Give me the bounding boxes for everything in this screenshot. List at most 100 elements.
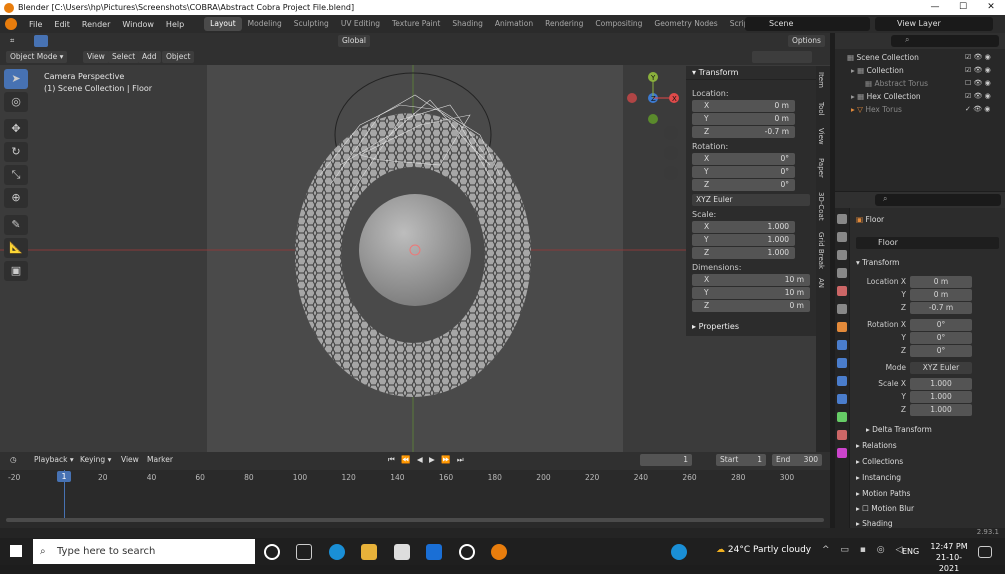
- object-menu[interactable]: Object: [162, 51, 195, 63]
- timeline-editor-icon[interactable]: ◷: [6, 454, 21, 466]
- clock[interactable]: 12:47 PM 21-10-2021: [930, 541, 968, 574]
- tab-animation[interactable]: Animation: [489, 17, 539, 31]
- tab-texture-paint[interactable]: Texture Paint: [386, 17, 446, 31]
- pan-hand-icon[interactable]: [664, 146, 678, 160]
- cortana-icon[interactable]: [264, 544, 280, 560]
- move-tool-icon[interactable]: ✥: [4, 119, 28, 139]
- annotate-tool-icon[interactable]: ✎: [4, 215, 28, 235]
- tab-geometry-nodes[interactable]: Geometry Nodes: [648, 17, 723, 31]
- language-indicator[interactable]: ENG: [902, 547, 919, 556]
- dimensions-x-field[interactable]: X 10 m: [692, 274, 810, 286]
- edge-icon[interactable]: [329, 544, 345, 560]
- render-tab-icon[interactable]: [837, 232, 847, 242]
- tab-grid-break[interactable]: Grid Break: [817, 232, 825, 269]
- location-y-field[interactable]: Y0 m: [692, 113, 795, 125]
- timeline-scrollbar[interactable]: [6, 518, 824, 522]
- select-box-icon[interactable]: [34, 35, 48, 47]
- physics-tab-icon[interactable]: [837, 376, 847, 386]
- scale-y-field[interactable]: Y 1.000: [692, 234, 795, 246]
- add-menu[interactable]: Add: [138, 51, 161, 63]
- weather-widget[interactable]: ☁ 24°C Partly cloudy: [716, 545, 811, 555]
- collections-section[interactable]: ▸ Collections: [856, 457, 903, 466]
- prop-location-z[interactable]: -0.7 m: [910, 302, 972, 314]
- prop-rotation-y[interactable]: 0°: [910, 332, 972, 344]
- task-view-icon[interactable]: [296, 544, 312, 560]
- mode-dropdown[interactable]: Object Mode ▾: [6, 51, 68, 63]
- transform-panel-header[interactable]: ▾ Transform: [686, 66, 816, 80]
- menu-help[interactable]: Help: [160, 20, 190, 29]
- marker-menu[interactable]: Marker: [143, 454, 177, 466]
- prop-scale-y[interactable]: 1.000: [910, 391, 972, 403]
- prop-location-y[interactable]: 0 m: [910, 289, 972, 301]
- instancing-section[interactable]: ▸ Instancing: [856, 473, 901, 482]
- object-name-field[interactable]: Floor: [856, 237, 999, 249]
- menu-render[interactable]: Render: [76, 20, 116, 29]
- editor-type-icon[interactable]: ⌗: [6, 35, 19, 47]
- taskbar-search-input[interactable]: ⌕ Type here to search: [33, 539, 255, 564]
- mail-icon[interactable]: [394, 544, 410, 560]
- playhead-frame-label[interactable]: 1: [57, 471, 71, 482]
- prop-scale-z[interactable]: 1.000: [910, 404, 972, 416]
- outliner-search-input[interactable]: ⌕: [891, 35, 999, 47]
- texture-tab-icon[interactable]: [837, 448, 847, 458]
- blender-taskbar-icon[interactable]: [491, 544, 507, 560]
- delta-transform-section[interactable]: ▸ Delta Transform: [866, 425, 932, 434]
- help-icon[interactable]: [671, 544, 687, 560]
- dimensions-y-field[interactable]: Y 10 m: [692, 287, 810, 299]
- options-dropdown[interactable]: Options: [788, 35, 825, 47]
- tab-sculpting[interactable]: Sculpting: [288, 17, 335, 31]
- prop-rotation-z[interactable]: 0°: [910, 345, 972, 357]
- prop-rotation-x[interactable]: 0°: [910, 319, 972, 331]
- motion-blur-section[interactable]: ▸ ☐ Motion Blur: [856, 504, 914, 513]
- blender-menu-icon[interactable]: [5, 18, 17, 30]
- rotation-y-field[interactable]: Y 0°: [692, 166, 795, 178]
- github-icon[interactable]: [459, 544, 475, 560]
- rotation-z-field[interactable]: Z 0°: [692, 179, 795, 191]
- tab-shading[interactable]: Shading: [446, 17, 488, 31]
- relations-section[interactable]: ▸ Relations: [856, 441, 897, 450]
- properties-subpanel[interactable]: ▸ Properties: [692, 322, 739, 331]
- end-frame-field[interactable]: End 300: [772, 454, 822, 466]
- data-tab-icon[interactable]: [837, 412, 847, 422]
- tab-uv-editing[interactable]: UV Editing: [335, 17, 386, 31]
- minimize-button[interactable]: —: [921, 0, 949, 15]
- scene-tab-icon[interactable]: [837, 286, 847, 296]
- scale-tool-icon[interactable]: ⤡: [4, 165, 28, 185]
- select-tool-icon[interactable]: ➤: [4, 69, 28, 89]
- dropbox-icon[interactable]: [426, 544, 442, 560]
- tab-3d-coat[interactable]: 3D-Coat: [817, 192, 825, 221]
- transform-section[interactable]: ▾ Transform: [856, 258, 899, 267]
- output-tab-icon[interactable]: [837, 250, 847, 260]
- rotation-mode-dropdown[interactable]: XYZ Euler: [692, 194, 810, 206]
- system-tray-icons[interactable]: ^ ▭ ▪ ◎ ◁: [822, 545, 906, 555]
- tab-tool[interactable]: Tool: [817, 102, 825, 116]
- scale-x-field[interactable]: X 1.000: [692, 221, 795, 233]
- tab-compositing[interactable]: Compositing: [589, 17, 648, 31]
- properties-search-input[interactable]: ⌕: [875, 194, 1001, 206]
- object-tab-icon[interactable]: [837, 322, 847, 332]
- camera-view-icon[interactable]: [664, 166, 678, 180]
- maximize-button[interactable]: ☐: [949, 0, 977, 15]
- tab-layout[interactable]: Layout: [204, 17, 242, 31]
- motion-paths-section[interactable]: ▸ Motion Paths: [856, 489, 910, 498]
- menu-file[interactable]: File: [23, 20, 48, 29]
- zoom-icon[interactable]: [664, 126, 678, 140]
- current-frame-field[interactable]: 1: [640, 454, 692, 466]
- material-tab-icon[interactable]: [837, 430, 847, 440]
- rotate-tool-icon[interactable]: ↻: [4, 142, 28, 162]
- menu-window[interactable]: Window: [116, 20, 160, 29]
- world-tab-icon[interactable]: [837, 304, 847, 314]
- menu-edit[interactable]: Edit: [48, 20, 76, 29]
- view-layer-selector[interactable]: View Layer: [875, 17, 993, 31]
- tab-modeling[interactable]: Modeling: [242, 17, 288, 31]
- rotation-x-field[interactable]: X 0°: [692, 153, 795, 165]
- tab-item[interactable]: Item: [817, 72, 825, 88]
- shading-buttons[interactable]: [752, 51, 812, 63]
- file-explorer-icon[interactable]: [361, 544, 377, 560]
- prop-location-x[interactable]: 0 m: [910, 276, 972, 288]
- modifier-tab-icon[interactable]: [837, 340, 847, 350]
- select-menu[interactable]: Select: [108, 51, 140, 63]
- notifications-icon[interactable]: [978, 546, 992, 558]
- location-z-field[interactable]: Z -0.7 m: [692, 126, 795, 138]
- scene-selector[interactable]: Scene: [745, 17, 870, 31]
